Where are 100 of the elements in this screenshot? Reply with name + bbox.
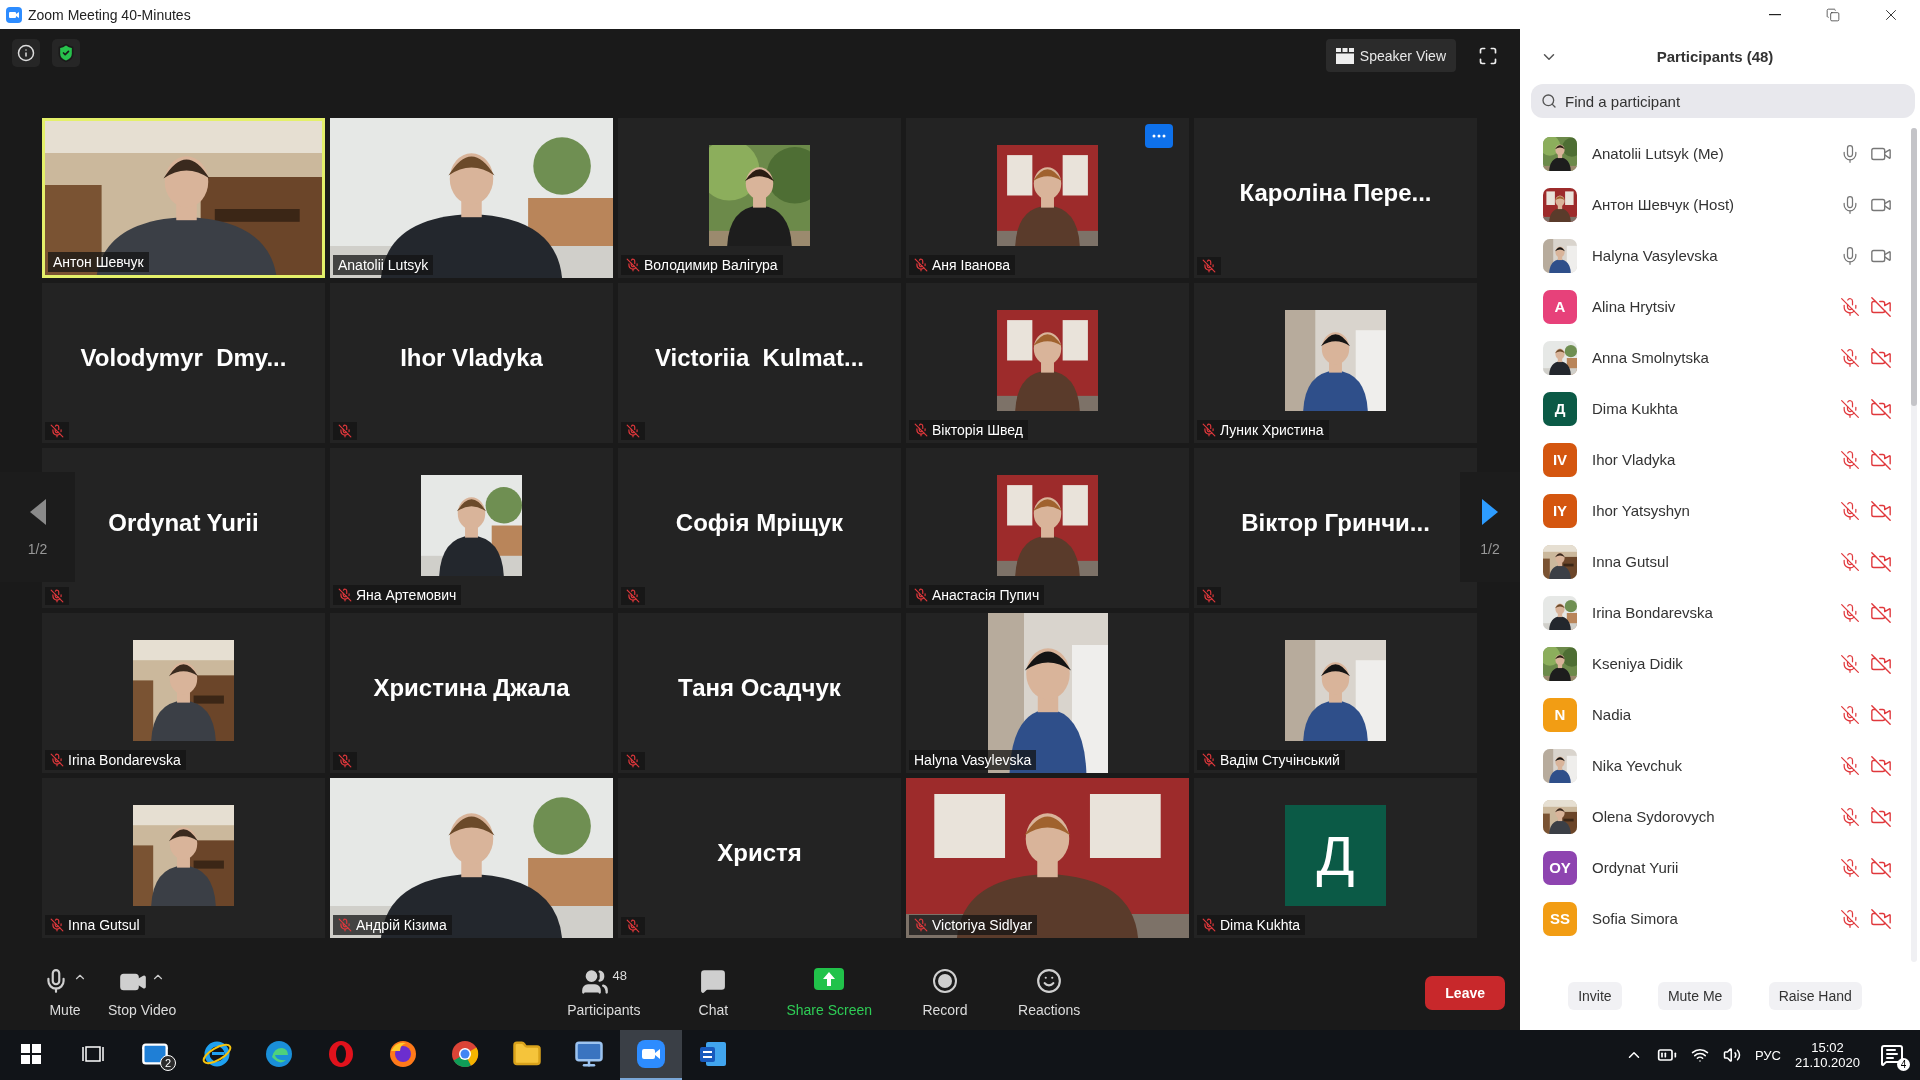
monitor-icon [574, 1039, 604, 1069]
browser-icon [326, 1039, 356, 1069]
record-icon [932, 967, 958, 994]
participant-name: Христина Джала [373, 674, 570, 702]
participant-name: Кароліна Пере... [1239, 179, 1432, 207]
speaker-icon[interactable] [1722, 1046, 1741, 1064]
browser-icon [388, 1039, 418, 1069]
participant-name: Volodymyr Dmy... [80, 344, 287, 372]
participant-name: Inna Gutsul [1592, 553, 1670, 570]
notification-icon [1880, 1043, 1904, 1067]
participant-name: Ordynat Yurii [1592, 859, 1680, 876]
minimize-icon [1769, 13, 1781, 16]
participant-count: 48 [612, 967, 628, 983]
language-indicator[interactable]: РУС [1754, 1047, 1781, 1063]
panel-title: Participants (48) [1655, 48, 1775, 65]
avatar-initials: A [1554, 298, 1566, 315]
participant-name: Таня Осадчук [678, 674, 841, 702]
avatar-initials: IV [1552, 451, 1568, 468]
participant-name: Володимир Валігура [644, 257, 778, 273]
page-indicator: 1/2 [1480, 541, 1500, 557]
share-screen-icon [814, 967, 845, 992]
browser-icon [202, 1039, 232, 1069]
record-button[interactable]: Record [910, 967, 980, 1018]
leave-button[interactable]: Leave [1425, 975, 1505, 1010]
participant-name: Вадім Стучінський [1220, 752, 1340, 768]
browser-icon [450, 1039, 480, 1069]
participant-name: Аня Іванова [932, 257, 1011, 273]
participant-name: Dima Kukhta [1592, 400, 1679, 417]
task-view-icon [82, 1044, 104, 1064]
participant-name: Kseniya Didik [1592, 655, 1684, 672]
panel-button[interactable]: Invite [1568, 982, 1622, 1010]
participant-name: Ordynat Yurii [108, 509, 259, 537]
avatar-initials: Д [1554, 400, 1566, 417]
smiley-icon [1036, 967, 1063, 994]
participant-name: Halyna Vasylevska [914, 752, 1032, 768]
avatar-initials: OY [1549, 859, 1571, 876]
participant-name: Irina Bondarevska [1592, 604, 1714, 621]
avatar-initials: N [1554, 706, 1566, 723]
browser-icon [264, 1039, 294, 1069]
page-indicator: 1/2 [27, 541, 48, 557]
participant-name: Anatolii Lutsyk [338, 257, 429, 273]
participant-name: Ihor Vladyka [1592, 451, 1677, 468]
participant-name: Луник Христина [1220, 422, 1324, 438]
participant-name: Alina Hrytsiv [1592, 298, 1677, 315]
search-field[interactable]: Find a participant [1531, 84, 1915, 118]
clock-time: 15:02 [1811, 1040, 1844, 1055]
participant-name: Софія Мріщук [675, 509, 844, 537]
participant-name: Irina Bondarevska [68, 752, 181, 768]
shield-icon [56, 43, 76, 63]
security-button[interactable] [52, 39, 80, 67]
participant-name: Sofia Simora [1592, 910, 1679, 927]
avatar-initials: IY [1552, 502, 1568, 519]
windows-icon [21, 1044, 41, 1064]
more-button[interactable] [1145, 124, 1173, 148]
fullscreen-icon [1478, 45, 1498, 66]
dots-icon [1152, 134, 1166, 138]
participant-name: Антон Шевчук (Host) [1592, 196, 1736, 213]
clock-date: 21.10.2020 [1794, 1055, 1860, 1070]
wifi-icon[interactable] [1690, 1046, 1709, 1064]
info-button[interactable] [12, 39, 40, 67]
participants-button[interactable]: 48 Participants [559, 967, 649, 1018]
participant-name: Яна Артемович [356, 587, 457, 603]
participant-name: Nadia [1592, 706, 1633, 723]
taskbar-button[interactable]: 2 [124, 1030, 186, 1080]
participant-name: Nika Yevchuk [1592, 757, 1684, 774]
speaker-view-button[interactable]: Speaker View [1325, 39, 1456, 72]
next-page-button[interactable] [1480, 497, 1500, 527]
participant-name: Антон Шевчук [53, 254, 144, 270]
participant-name: Христя [717, 839, 802, 867]
panel-button[interactable]: Mute Me [1657, 982, 1733, 1010]
restore-icon [1826, 7, 1840, 22]
video-camera-icon [6, 6, 22, 23]
info-icon [17, 44, 35, 62]
badge: 2 [160, 1055, 176, 1071]
participant-name: Victoriia Kulmat... [655, 344, 864, 372]
taskbar-button[interactable] [620, 1030, 682, 1080]
participant-name: Віктор Гринчи... [1241, 509, 1430, 537]
video-camera-icon [636, 1039, 666, 1069]
mute-button[interactable]: Mute [30, 967, 100, 1018]
participant-name: Андрій Кізима [356, 917, 447, 933]
panel-button[interactable]: Raise Hand [1768, 982, 1862, 1010]
badge: 4 [1897, 1058, 1910, 1071]
participant-name: Вікторія Швед [932, 422, 1023, 438]
people-icon [580, 967, 609, 996]
stop-video-button[interactable]: Stop Video [100, 967, 185, 1018]
participant-name: Victoriya Sidlyar [932, 917, 1033, 933]
chat-button[interactable]: Chat [678, 967, 749, 1018]
participant-name: Anna Smolnytska [1592, 349, 1710, 366]
participant-name: Inna Gutsul [68, 917, 140, 933]
participant-name: Anatolii Lutsyk (Me) [1592, 145, 1725, 162]
share-screen-button[interactable]: Share Screen [778, 967, 880, 1018]
participant-name: Halyna Vasylevska [1592, 247, 1719, 264]
participant-name: Анастасія Пупич [932, 587, 1040, 603]
reactions-button[interactable]: Reactions [1010, 967, 1089, 1018]
participant-name: Dima Kukhta [1220, 917, 1301, 933]
avatar-initial: Д [1316, 822, 1355, 888]
avatar-initials: SS [1550, 910, 1570, 927]
document-icon [698, 1039, 728, 1069]
participant-name: Olena Sydorovych [1592, 808, 1716, 825]
participant-name: Ihor Vladyka [400, 344, 543, 372]
